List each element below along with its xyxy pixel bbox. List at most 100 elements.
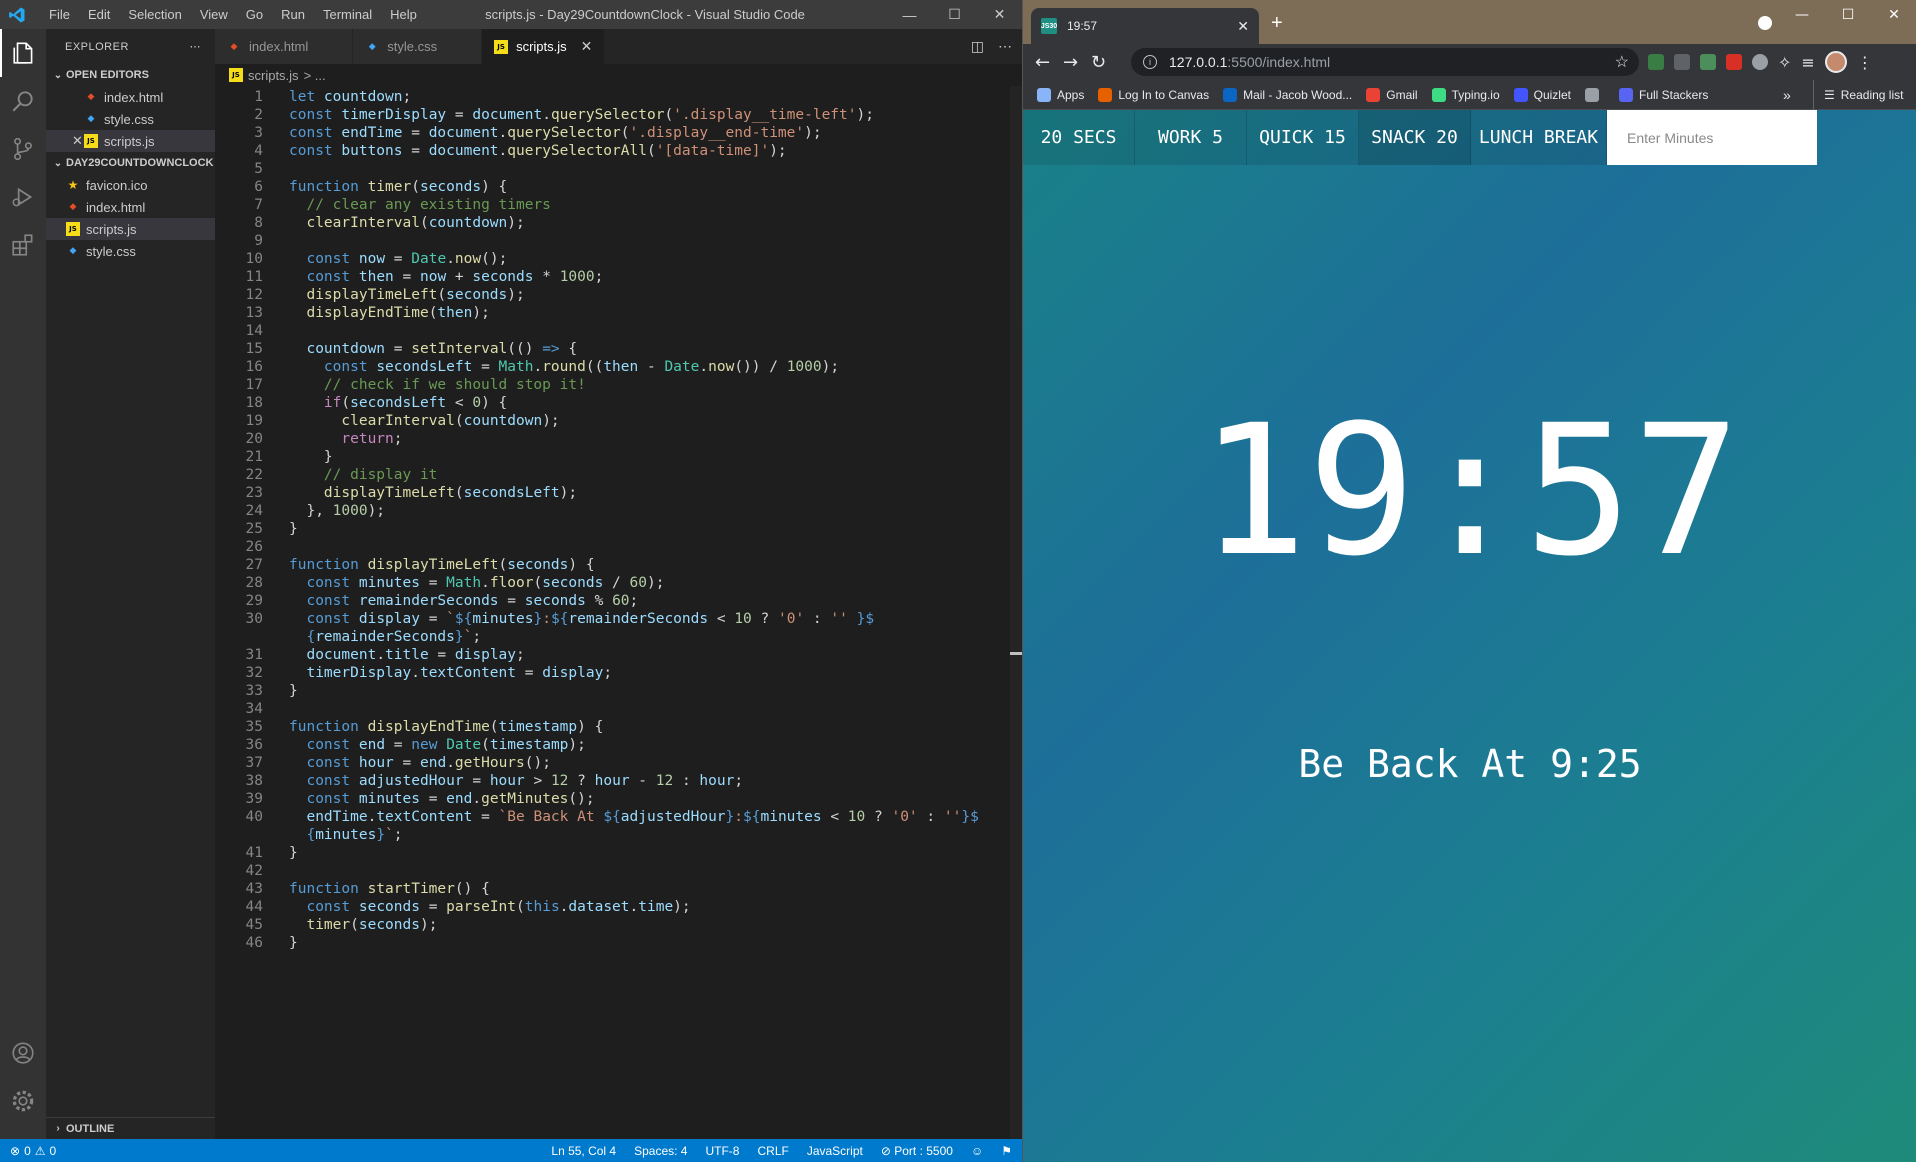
explorer-icon[interactable] <box>0 29 46 77</box>
page-content: 20 SECS WORK 5 QUICK 15 SNACK 20 LUNCH BREAK… <box>1023 110 1916 1162</box>
timer-button-20-secs[interactable]: 20 SECS <box>1023 110 1135 165</box>
file-tree-item[interactable]: ★ favicon.ico <box>46 174 215 196</box>
split-editor-icon[interactable]: ◫ <box>971 38 984 55</box>
window-controls: — ☐ ✕ <box>1779 0 1916 30</box>
minimize-icon[interactable]: — <box>1779 0 1825 30</box>
line-ending[interactable]: CRLF <box>757 1144 788 1158</box>
vscode-titlebar: File Edit Selection View Go Run Terminal Help s… <box>0 0 1022 29</box>
extension-icon[interactable] <box>1700 54 1716 70</box>
account-icon[interactable] <box>0 1029 46 1077</box>
timer-button-quick-15[interactable]: QUICK 15 <box>1247 110 1359 165</box>
gear-icon[interactable] <box>0 1077 46 1125</box>
code-editor[interactable]: 1 let countdown; 2 const timerDisplay = doc… <box>215 86 1022 1139</box>
back-icon[interactable]: ← <box>1035 44 1050 80</box>
timer-button-snack-20[interactable]: SNACK 20 <box>1359 110 1471 165</box>
open-editor-item[interactable]: ◆ index.html <box>46 86 215 108</box>
notifications-icon[interactable]: ⚑ <box>1001 1144 1012 1158</box>
close-icon[interactable]: ✕ <box>72 133 83 149</box>
menu-run[interactable]: Run <box>272 0 314 29</box>
new-tab-icon[interactable]: + <box>1271 12 1283 35</box>
more-actions-icon[interactable]: ⋯ <box>998 38 1012 55</box>
avatar[interactable] <box>1824 51 1847 73</box>
js-file-icon: JS <box>229 68 243 82</box>
more-actions-icon[interactable]: ⋯ <box>190 40 202 53</box>
forward-icon[interactable]: → <box>1063 44 1078 80</box>
browser-tab[interactable]: JS30 19:57 ✕ <box>1031 8 1259 44</box>
address-bar[interactable]: i 127.0.0.1:5500/index.html ☆ <box>1131 48 1639 76</box>
search-icon[interactable] <box>0 77 46 125</box>
bookmark-icon <box>1366 87 1381 102</box>
bookmark-item[interactable]: Apps <box>1037 87 1085 102</box>
extension-icon[interactable] <box>1752 54 1768 70</box>
minimize-icon[interactable]: — <box>887 0 932 29</box>
bookmark-item[interactable]: Mail - Jacob Wood... <box>1223 87 1352 102</box>
bookmark-item[interactable]: Full Stackers <box>1618 87 1708 102</box>
explorer-sidebar: EXPLORER ⋯ ⌄ OPEN EDITORS ◆ index.html ◆ st… <box>46 29 215 1139</box>
puzzle-icon[interactable]: ✧ <box>1778 53 1791 72</box>
source-control-icon[interactable] <box>0 125 46 173</box>
extensions-row: ✧ ≡ ⋮ <box>1648 44 1873 80</box>
tab-search-icon[interactable] <box>1758 16 1772 30</box>
bookmark-item[interactable]: Typing.io <box>1431 87 1500 102</box>
menu-terminal[interactable]: Terminal <box>314 0 381 29</box>
timer-button-lunch-break[interactable]: LUNCH BREAK <box>1471 110 1607 165</box>
file-tree-item[interactable]: JS scripts.js <box>46 218 215 240</box>
bookmark-label: Apps <box>1057 87 1085 102</box>
menu-go[interactable]: Go <box>237 0 272 29</box>
project-section[interactable]: ⌄ DAY29COUNTDOWNCLOCK <box>46 152 215 174</box>
bookmark-item[interactable] <box>1584 87 1605 102</box>
time-left-display: 19:57 <box>1199 387 1741 596</box>
media-queue-icon[interactable]: ≡ <box>1801 53 1814 72</box>
info-icon[interactable]: i <box>1143 55 1157 69</box>
encoding[interactable]: UTF-8 <box>705 1144 739 1158</box>
menu-selection[interactable]: Selection <box>119 0 190 29</box>
extension-icon[interactable] <box>1674 54 1690 70</box>
menu-view[interactable]: View <box>191 0 237 29</box>
close-tab-icon[interactable]: ✕ <box>1237 18 1249 35</box>
editor-tab-style-css[interactable]: ◆ style.css <box>353 29 483 64</box>
extension-icon[interactable] <box>1648 54 1664 70</box>
file-tree-item[interactable]: ◆ index.html <box>46 196 215 218</box>
timer-button-work-5[interactable]: WORK 5 <box>1135 110 1247 165</box>
open-editor-item[interactable]: ◆ style.css <box>46 108 215 130</box>
menu-edit[interactable]: Edit <box>79 0 119 29</box>
open-editors-section[interactable]: ⌄ OPEN EDITORS <box>46 64 215 86</box>
kebab-menu-icon[interactable]: ⋮ <box>1857 53 1873 72</box>
editor-scrollbar[interactable] <box>1010 86 1022 1139</box>
extension-icon[interactable] <box>1726 54 1742 70</box>
bookmark-icon <box>1037 87 1051 102</box>
bookmark-star-icon[interactable]: ☆ <box>1615 52 1629 72</box>
problems-indicator[interactable]: ⊗ 0 ⚠ 0 <box>10 1139 56 1162</box>
maximize-icon[interactable]: ☐ <box>1825 0 1871 30</box>
file-tree-item[interactable]: ◆ style.css <box>46 240 215 262</box>
bookmarks-more[interactable]: » <box>1783 80 1791 110</box>
run-debug-icon[interactable] <box>0 173 46 221</box>
breadcrumb-file[interactable]: scripts.js <box>248 68 299 83</box>
breadcrumb-rest[interactable]: > ... <box>304 68 326 83</box>
extensions-icon[interactable] <box>0 221 46 269</box>
open-editor-item[interactable]: ✕ JS scripts.js <box>46 130 215 152</box>
bookmark-item[interactable]: Gmail <box>1366 87 1418 102</box>
menu-file[interactable]: File <box>40 0 79 29</box>
close-icon[interactable]: ✕ <box>977 0 1022 29</box>
bookmark-item[interactable]: Quizlet <box>1513 87 1571 102</box>
maximize-icon[interactable]: ☐ <box>932 0 977 29</box>
reload-icon[interactable]: ↻ <box>1091 44 1106 80</box>
editor-tab-scripts-js[interactable]: JS scripts.js ✕ <box>482 29 606 64</box>
outline-section[interactable]: › OUTLINE <box>46 1117 215 1139</box>
editor-tab-index-html[interactable]: ◆ index.html <box>215 29 354 64</box>
cursor-position[interactable]: Ln 55, Col 4 <box>551 1144 616 1158</box>
file-name: index.html <box>86 199 146 215</box>
indentation[interactable]: Spaces: 4 <box>634 1144 687 1158</box>
reading-list[interactable]: ☰ Reading list <box>1813 80 1903 110</box>
close-icon[interactable]: ✕ <box>1871 0 1916 30</box>
language-mode[interactable]: JavaScript <box>807 1144 863 1158</box>
bookmark-item[interactable]: Log In to Canvas <box>1098 87 1209 102</box>
close-icon[interactable]: ✕ <box>581 38 593 55</box>
feedback-icon[interactable]: ☺ <box>971 1144 983 1158</box>
custom-minutes-input[interactable] <box>1607 110 1817 165</box>
reading-list-label: Reading list <box>1840 88 1904 102</box>
chevron-right-icon: › <box>56 1123 60 1134</box>
vscode-window: File Edit Selection View Go Run Terminal Help s… <box>0 0 1022 1162</box>
live-server-port[interactable]: ⊘ Port : 5500 <box>881 1144 953 1158</box>
